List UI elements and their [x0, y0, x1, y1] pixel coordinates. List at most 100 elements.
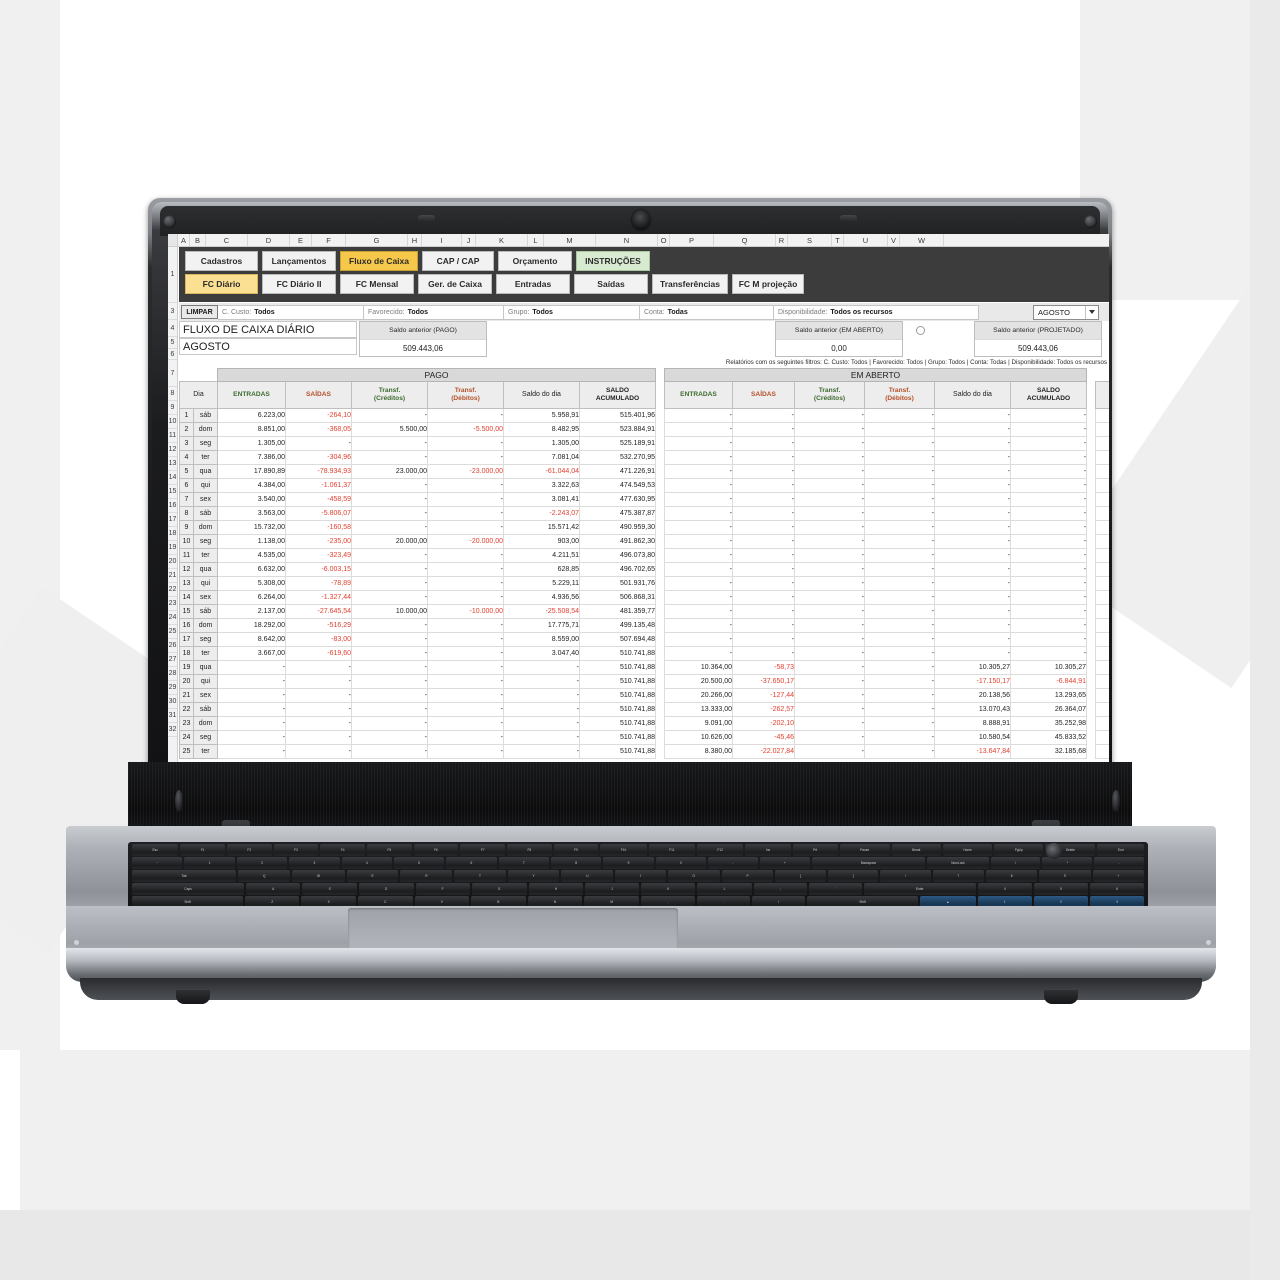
cell-pago-entradas[interactable]: 4.384,00	[217, 478, 286, 493]
cell-pago-transf-credito[interactable]: -	[351, 632, 428, 647]
cell-weekday[interactable]: dom	[193, 422, 218, 437]
cell-day-number[interactable]: 1	[179, 408, 194, 423]
key-[interactable]: +	[1092, 870, 1144, 882]
column-header-w[interactable]: W	[900, 234, 944, 246]
cell-saldo-projetado[interactable]: 515.401,96	[1095, 408, 1109, 423]
key-a[interactable]: A	[246, 883, 301, 895]
cell-pago-saldo-acumulado[interactable]: 510.741,88	[579, 730, 656, 745]
cell-aberto-saidas[interactable]: -	[732, 520, 795, 535]
cell-aberto-transf-credito[interactable]: -	[794, 408, 865, 423]
cell-aberto-saidas[interactable]: -	[732, 478, 795, 493]
row-header-24[interactable]: 24	[168, 611, 177, 625]
key-[interactable]: *	[1042, 857, 1093, 869]
cell-pago-transf-debito[interactable]: -	[427, 562, 504, 577]
cell-pago-saldo-dia[interactable]: -	[503, 702, 580, 717]
cell-pago-saidas[interactable]: -323,49	[285, 548, 352, 563]
cell-aberto-transf-debito[interactable]: -	[864, 450, 935, 465]
cell-aberto-transf-credito[interactable]: -	[794, 688, 865, 703]
cell-weekday[interactable]: dom	[193, 618, 218, 633]
cell-aberto-saldo-acumulado[interactable]: -	[1009, 450, 1088, 465]
cell-aberto-saldo-acumulado[interactable]: -	[1009, 436, 1088, 451]
cell-pago-transf-debito[interactable]: -5.500,00	[427, 422, 504, 437]
cell-day-number[interactable]: 17	[179, 632, 194, 647]
cell-pago-transf-debito[interactable]: -	[427, 548, 504, 563]
table-row[interactable]: 19 qua - - - - -510.741,88 10.364,00 -58,73- -10.…	[179, 660, 1109, 675]
cell-pago-saidas[interactable]: -	[285, 716, 352, 731]
cell-aberto-saldo-dia[interactable]: 8.888,91	[934, 716, 1011, 731]
cell-pago-saidas[interactable]: -619,60	[285, 646, 352, 661]
cell-pago-saldo-acumulado[interactable]: 532.270,95	[579, 450, 656, 465]
cell-pago-transf-credito[interactable]: -	[351, 436, 428, 451]
table-row[interactable]: 2 dom 8.851,00 -368,05 5.500,00 -5.500,00 8.48…	[179, 422, 1109, 437]
row-header-30[interactable]: 30	[168, 695, 177, 709]
cell-pago-entradas[interactable]: -	[217, 730, 286, 745]
table-row[interactable]: 17 seg 8.642,00 -83,00- -8.559,00 507.694,48-…	[179, 632, 1109, 647]
cell-pago-saldo-acumulado[interactable]: 507.694,48	[579, 632, 656, 647]
table-row[interactable]: 6 qui 4.384,00 -1.061,37- -3.322,63 474.549,5…	[179, 478, 1109, 493]
cell-pago-transf-debito[interactable]: -	[427, 674, 504, 689]
key-[interactable]: ;	[753, 883, 807, 895]
cell-aberto-transf-debito[interactable]: -	[864, 478, 935, 493]
key-f10[interactable]: F10	[600, 844, 647, 856]
row-header-9[interactable]: 9	[168, 401, 177, 415]
cell-weekday[interactable]: qua	[193, 660, 218, 675]
key-o[interactable]: O	[667, 870, 720, 882]
cell-pago-transf-credito[interactable]: -	[351, 492, 428, 507]
cell-aberto-saidas[interactable]: -127,44	[732, 688, 795, 703]
nav-button-ger-de-caixa[interactable]: Ger. de Caixa	[418, 274, 492, 294]
cell-aberto-saldo-dia[interactable]: -	[934, 506, 1011, 521]
cell-aberto-saidas[interactable]: -	[732, 618, 795, 633]
cell-weekday[interactable]: sex	[193, 590, 218, 605]
cell-pago-saldo-acumulado[interactable]: 474.549,53	[579, 478, 656, 493]
row-header-7[interactable]: 7	[168, 360, 177, 387]
cell-aberto-saldo-acumulado[interactable]: -	[1009, 464, 1088, 479]
cell-aberto-transf-debito[interactable]: -	[864, 730, 935, 745]
column-header-n[interactable]: N	[596, 234, 658, 246]
keyboard-row-qwerty[interactable]: Tab Q W E R T Y U I O P[] \ 7 8 9 +	[132, 870, 1144, 882]
key-4[interactable]: 4	[977, 883, 1032, 895]
cell-pago-saldo-dia[interactable]: 3.322,63	[503, 478, 580, 493]
key-j[interactable]: J	[585, 883, 640, 895]
cell-pago-saidas[interactable]: -6.003,15	[285, 562, 352, 577]
cell-aberto-entradas[interactable]: -	[664, 478, 733, 493]
key-e[interactable]: E	[346, 870, 399, 882]
cell-pago-transf-debito[interactable]: -	[427, 450, 504, 465]
cell-aberto-saldo-acumulado[interactable]: 13.293,65	[1009, 688, 1088, 703]
key-8[interactable]: 8	[985, 870, 1038, 882]
key-[interactable]: +	[759, 857, 811, 869]
column-header-b[interactable]: B	[190, 234, 206, 246]
cell-pago-entradas[interactable]: 2.137,00	[217, 604, 286, 619]
key-f11[interactable]: F11	[648, 844, 695, 856]
cell-pago-transf-credito[interactable]: -	[351, 674, 428, 689]
cell-pago-saldo-acumulado[interactable]: 510.741,88	[579, 660, 656, 675]
cell-aberto-transf-credito[interactable]: -	[794, 562, 865, 577]
cell-pago-transf-credito[interactable]: -	[351, 660, 428, 675]
table-row[interactable]: 14 sex 6.264,00 -1.327,44- -4.936,56 506.868,…	[179, 590, 1109, 605]
cell-pago-saidas[interactable]: -516,29	[285, 618, 352, 633]
cell-saldo-projetado[interactable]: 545.994,86	[1095, 716, 1109, 731]
key-f2[interactable]: F2	[226, 844, 272, 856]
cell-pago-transf-debito[interactable]: -	[427, 702, 504, 717]
cell-pago-transf-credito[interactable]: -	[351, 716, 428, 731]
cell-aberto-entradas[interactable]: -	[664, 590, 733, 605]
cell-aberto-saldo-dia[interactable]: -	[934, 436, 1011, 451]
cell-aberto-entradas[interactable]: 20.266,00	[664, 688, 733, 703]
cell-day-number[interactable]: 24	[179, 730, 194, 745]
key-f1[interactable]: F1	[180, 844, 225, 856]
cell-saldo-projetado[interactable]: 475.387,87	[1095, 506, 1109, 521]
cell-aberto-saldo-acumulado[interactable]: -	[1009, 576, 1088, 591]
cell-weekday[interactable]: sex	[193, 492, 218, 507]
clear-filters-button[interactable]: LIMPAR	[181, 305, 218, 319]
cell-saldo-projetado[interactable]: 496.073,80	[1095, 548, 1109, 563]
column-header-d[interactable]: D	[248, 234, 290, 246]
cell-aberto-transf-credito[interactable]: -	[794, 464, 865, 479]
nav-button-or-amento[interactable]: Orçamento	[498, 251, 572, 271]
cell-aberto-entradas[interactable]: 13.333,00	[664, 702, 733, 717]
cell-aberto-saldo-dia[interactable]: -	[934, 534, 1011, 549]
cell-aberto-saidas[interactable]: -	[732, 576, 795, 591]
key-break[interactable]: Break	[891, 844, 941, 856]
key-1[interactable]: 1	[184, 857, 235, 869]
cell-aberto-saldo-acumulado[interactable]: 32.185,68	[1009, 744, 1088, 759]
cell-pago-entradas[interactable]: 8.851,00	[217, 422, 286, 437]
cell-saldo-projetado[interactable]: 537.105,95	[1095, 702, 1109, 717]
